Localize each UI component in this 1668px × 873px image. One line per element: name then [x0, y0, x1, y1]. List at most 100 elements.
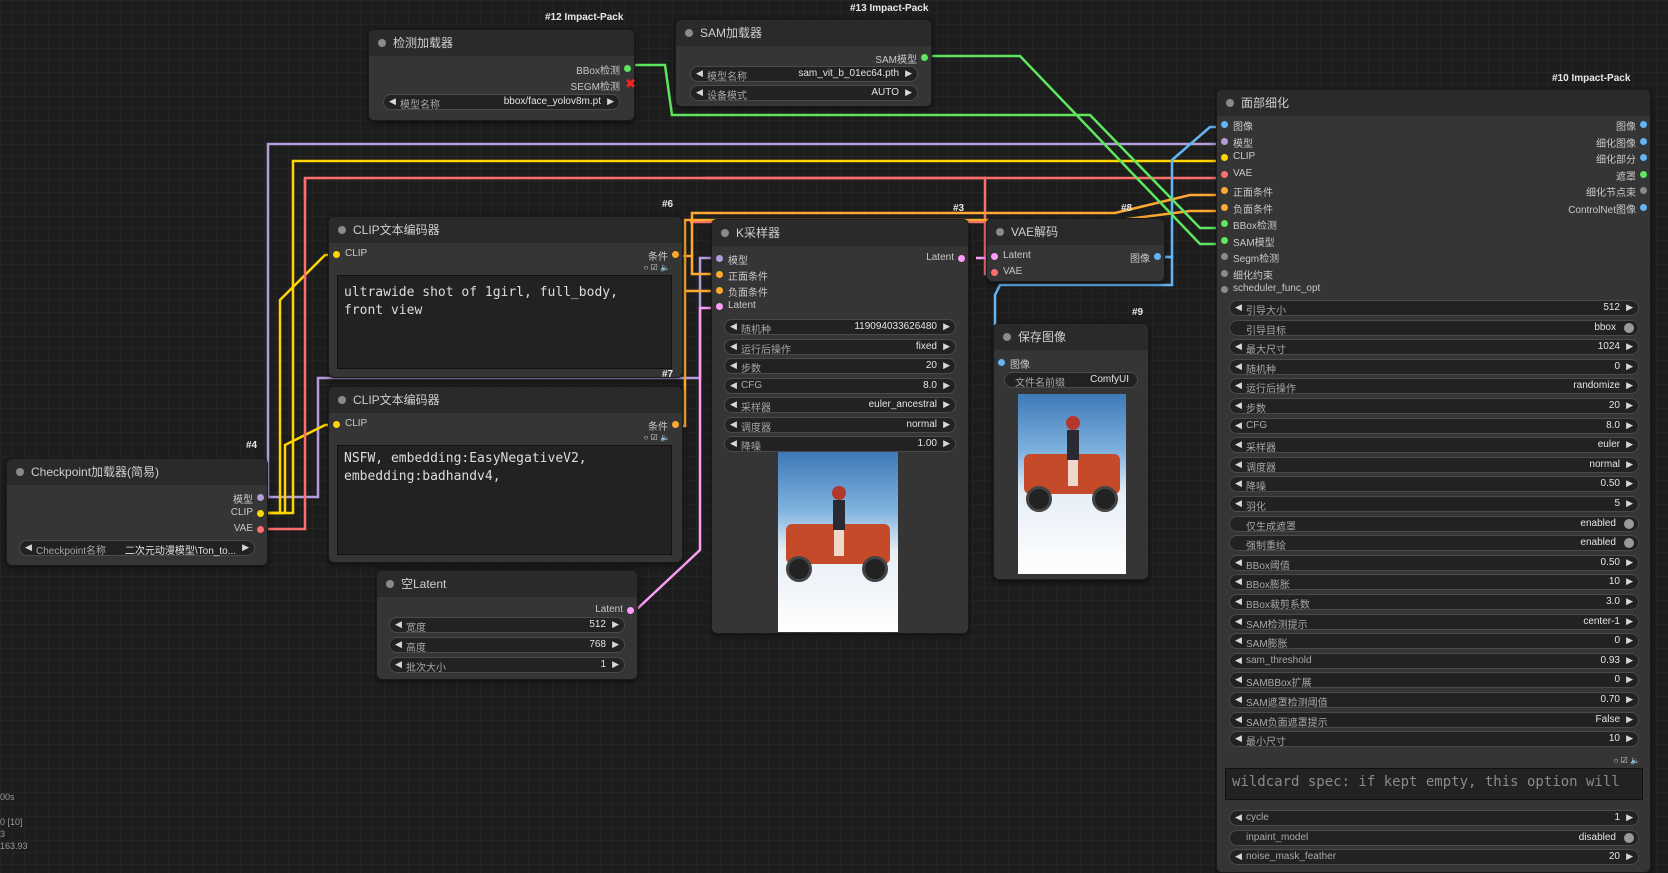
device-mode-select[interactable]: ◀ 设备模式 AUTO ▶ [690, 85, 918, 102]
slot-dot[interactable] [716, 303, 723, 310]
widget-number[interactable]: ◀ BBox裁剪系数 3.0 ▶ [1229, 594, 1639, 611]
prev-arrow-icon[interactable]: ◀ [1235, 439, 1242, 450]
widget-number[interactable]: ◀ 最大尺寸 1024 ▶ [1229, 339, 1639, 356]
prev-arrow-icon[interactable]: ◀ [1235, 694, 1242, 705]
slot-dot[interactable] [1221, 286, 1228, 293]
widget-number[interactable]: ◀ 步数 20 ▶ [1229, 398, 1639, 415]
next-arrow-icon[interactable]: ▶ [607, 96, 614, 107]
slot-dot[interactable] [1221, 269, 1228, 277]
slot-dot[interactable] [1640, 137, 1647, 145]
slot-dot[interactable] [672, 421, 679, 428]
prev-arrow-icon[interactable]: ◀ [730, 399, 737, 410]
slot-dot[interactable] [716, 271, 723, 278]
prev-arrow-icon[interactable]: ◀ [1235, 714, 1242, 725]
prev-arrow-icon[interactable]: ◀ [395, 639, 402, 650]
slot-dot[interactable] [716, 287, 723, 294]
prompt-textarea[interactable]: ultrawide shot of 1girl, full_body, fron… [337, 275, 672, 369]
next-arrow-icon[interactable]: ▶ [1626, 420, 1633, 431]
node-title[interactable]: 面部细化 [1217, 90, 1650, 116]
next-arrow-icon[interactable]: ▶ [1626, 694, 1633, 705]
prev-arrow-icon[interactable]: ◀ [395, 659, 402, 670]
next-arrow-icon[interactable]: ▶ [1626, 714, 1633, 725]
node-title[interactable]: SAM加载器 [676, 20, 931, 46]
input-slot[interactable]: VAE [1221, 168, 1252, 179]
ksampler-node[interactable]: K采样器 模型 正面条件 负面条件 Latent Latent ◀ 随机种 1190… [711, 219, 969, 634]
prev-arrow-icon[interactable]: ◀ [25, 542, 32, 553]
prev-arrow-icon[interactable]: ◀ [1235, 576, 1242, 587]
saved-image-preview[interactable] [1018, 394, 1126, 574]
prompt-textarea[interactable]: NSFW, embedding:EasyNegativeV2, embeddin… [337, 445, 672, 555]
widget-number[interactable]: ◀ 运行后操作 fixed ▶ [724, 338, 956, 356]
next-arrow-icon[interactable]: ▶ [943, 360, 950, 371]
next-arrow-icon[interactable]: ▶ [943, 399, 950, 410]
next-arrow-icon[interactable]: ▶ [1626, 400, 1633, 411]
widget-toggle[interactable]: 仅生成遮罩 enabled [1229, 515, 1639, 533]
node-title[interactable]: 检测加载器 [369, 30, 634, 56]
slot-dot[interactable] [1221, 170, 1228, 178]
widget-number[interactable]: ◀ CFG 8.0 ▶ [724, 377, 956, 394]
slot-dot[interactable] [1221, 220, 1228, 227]
next-arrow-icon[interactable]: ▶ [1626, 459, 1633, 470]
node-title[interactable]: 空Latent [377, 571, 637, 597]
input-slot[interactable]: 模型 [1221, 135, 1253, 150]
input-slot[interactable]: Segm检测 [1221, 250, 1279, 265]
prev-arrow-icon[interactable]: ◀ [1235, 674, 1242, 685]
widget-number[interactable]: ◀ BBox膨胀 10 ▶ [1229, 574, 1639, 591]
input-slot[interactable]: 负面条件 [1221, 201, 1273, 216]
input-slot[interactable]: 图像 [1221, 118, 1253, 133]
prev-arrow-icon[interactable]: ◀ [1235, 380, 1242, 391]
empty-latent-node[interactable]: 空Latent Latent ◀ 宽度 512 ▶ ◀ 高度 768 ▶ ◀ 批… [376, 570, 638, 680]
prev-arrow-icon[interactable]: ◀ [1235, 635, 1242, 646]
prev-arrow-icon[interactable]: ◀ [1235, 478, 1242, 489]
prev-arrow-icon[interactable]: ◀ [696, 87, 703, 98]
slot-dot[interactable] [1640, 203, 1647, 211]
sam-loader-node[interactable]: SAM加载器 SAM模型 ◀ 模型名称 sam_vit_b_01ec64.pth… [675, 19, 932, 107]
node-title[interactable]: CLIP文本编码器 [329, 217, 682, 243]
prev-arrow-icon[interactable]: ◀ [1235, 498, 1242, 509]
prev-arrow-icon[interactable]: ◀ [730, 419, 737, 430]
next-arrow-icon[interactable]: ▶ [1626, 341, 1633, 352]
prev-arrow-icon[interactable]: ◀ [1235, 851, 1242, 862]
output-conditioning[interactable]: 条件 [648, 418, 679, 433]
prev-arrow-icon[interactable]: ◀ [1235, 733, 1242, 744]
toggle-knob-icon[interactable] [1624, 322, 1634, 333]
clip-text-encode-positive-node[interactable]: CLIP文本编码器 CLIP 条件 ○ ☑ 🔈 ultrawide shot o… [328, 216, 683, 378]
next-arrow-icon[interactable]: ▶ [242, 542, 249, 553]
generated-image-preview[interactable] [778, 452, 898, 632]
model-name-select[interactable]: ◀ 模型名称 bbox/face_yolov8m.pt ▶ [383, 94, 620, 111]
output-model[interactable]: 模型 [233, 491, 264, 506]
output-sam-model[interactable]: SAM模型 [875, 51, 928, 66]
input-clip[interactable]: CLIP [333, 248, 367, 259]
widget-number[interactable]: ◀ 最小尺寸 10 ▶ [1229, 731, 1639, 748]
slot-dot[interactable] [1221, 253, 1228, 260]
output-image[interactable]: 图像 [1130, 250, 1161, 265]
slot-dot[interactable] [1221, 187, 1228, 194]
widget-number[interactable]: ◀ 引导大小 512 ▶ [1229, 300, 1639, 317]
prev-arrow-icon[interactable]: ◀ [395, 619, 402, 630]
prev-arrow-icon[interactable]: ◀ [1235, 616, 1242, 627]
next-arrow-icon[interactable]: ▶ [1626, 380, 1633, 391]
next-arrow-icon[interactable]: ▶ [905, 87, 912, 98]
input-slot[interactable]: scheduler_func_opt [1221, 283, 1320, 294]
output-slot[interactable]: ControlNet图像 [1568, 201, 1647, 216]
next-arrow-icon[interactable]: ▶ [1626, 655, 1633, 666]
slot-dot[interactable] [1221, 154, 1228, 161]
widget-number[interactable]: ◀ SAMBBox扩展 0 ▶ [1229, 672, 1639, 689]
prev-arrow-icon[interactable]: ◀ [730, 380, 737, 391]
input-image[interactable]: 图像 [998, 356, 1030, 371]
widget-number[interactable]: ◀ 随机种 119094033626480 ▶ [724, 319, 956, 336]
slot-dot[interactable] [1221, 121, 1228, 128]
slot-dot[interactable] [672, 251, 679, 258]
widget-number[interactable]: ◀ 采样器 euler ▶ [1229, 437, 1639, 454]
prev-arrow-icon[interactable]: ◀ [1235, 400, 1242, 411]
node-title[interactable]: K采样器 [712, 220, 968, 246]
slot-dot[interactable] [257, 494, 264, 501]
prev-arrow-icon[interactable]: ◀ [389, 96, 396, 107]
input-latent[interactable]: Latent [716, 300, 756, 311]
next-arrow-icon[interactable]: ▶ [1626, 733, 1633, 744]
save-image-node[interactable]: 保存图像 图像 文件名前缀 ComfyUI [993, 323, 1149, 580]
widget-number[interactable]: ◀ SAM膨胀 0 ▶ [1229, 633, 1639, 650]
slot-dot[interactable] [333, 421, 340, 428]
slot-dot[interactable] [1640, 121, 1647, 128]
prev-arrow-icon[interactable]: ◀ [696, 68, 703, 79]
